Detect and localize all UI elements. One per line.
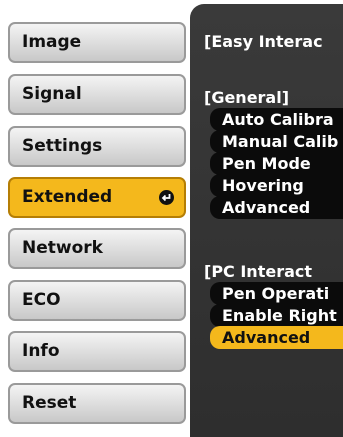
submenu-item-auto-calibration[interactable]: Auto Calibra xyxy=(210,108,343,131)
panel-title: [Easy Interac xyxy=(204,32,323,51)
menu-item-image[interactable]: Image xyxy=(8,22,186,63)
menu-item-label: Network xyxy=(22,238,103,258)
menu-item-extended[interactable]: Extended xyxy=(8,177,186,218)
submenu-panel: [Easy Interac [General] Auto Calibra Man… xyxy=(190,4,343,437)
submenu-item-advanced-general[interactable]: Advanced xyxy=(210,196,343,219)
enter-icon xyxy=(159,190,174,205)
menu-item-label: Info xyxy=(22,341,60,361)
submenu-item-pen-mode[interactable]: Pen Mode xyxy=(210,152,343,175)
menu-item-label: Signal xyxy=(22,84,82,104)
submenu-item-advanced-pc[interactable]: Advanced xyxy=(210,326,343,349)
submenu-item-enable-right-click[interactable]: Enable Right xyxy=(210,304,343,327)
general-heading: [General] xyxy=(204,88,290,107)
submenu-item-manual-calibration[interactable]: Manual Calib xyxy=(210,130,343,153)
menu-item-label: Reset xyxy=(22,393,77,413)
menu-item-label: Extended xyxy=(22,187,113,207)
menu-item-settings[interactable]: Settings xyxy=(8,126,186,167)
menu-item-network[interactable]: Network xyxy=(8,228,186,269)
menu-item-reset[interactable]: Reset xyxy=(8,383,186,424)
menu-item-signal[interactable]: Signal xyxy=(8,74,186,115)
menu-item-label: Settings xyxy=(22,136,103,156)
menu-item-label: ECO xyxy=(22,290,61,310)
menu-item-label: Image xyxy=(22,32,82,52)
menu-item-eco[interactable]: ECO xyxy=(8,280,186,321)
pc-interactive-heading: [PC Interact xyxy=(204,262,313,281)
settings-menu-sidebar: Image Signal Settings Extended Network E… xyxy=(0,0,190,437)
submenu-item-pen-operation[interactable]: Pen Operati xyxy=(210,282,343,305)
menu-item-info[interactable]: Info xyxy=(8,331,186,372)
submenu-item-hovering[interactable]: Hovering xyxy=(210,174,343,197)
